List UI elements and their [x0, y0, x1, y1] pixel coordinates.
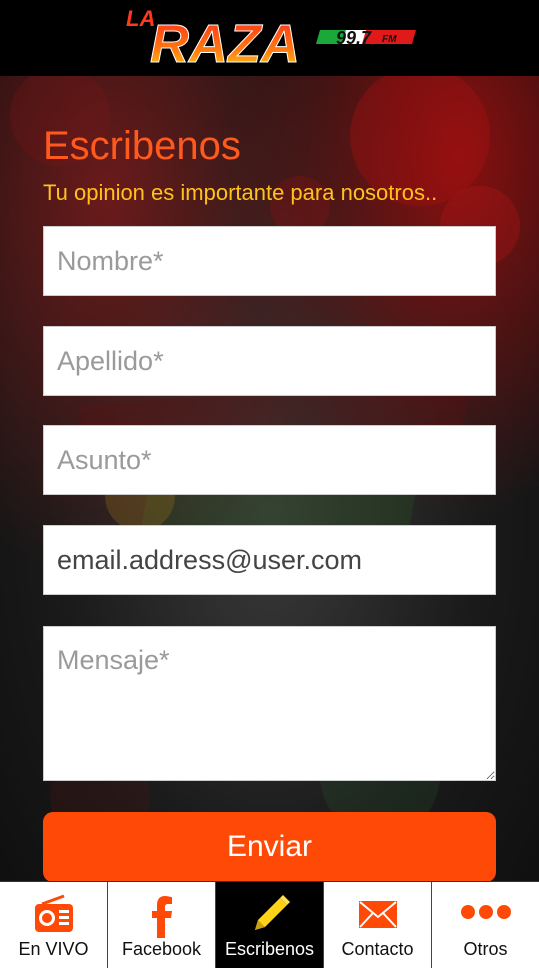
nombre-input[interactable]	[43, 226, 496, 296]
svg-text:FM: FM	[382, 34, 397, 45]
envelope-icon	[324, 892, 431, 938]
la-raza-logo: LA RAZA 99.7 FM	[120, 0, 420, 76]
page-title: Escribenos	[43, 124, 241, 168]
tab-label: Facebook	[121, 939, 202, 959]
contact-form-screen: Escribenos Tu opinion es importante para…	[0, 76, 539, 881]
svg-text:99.7: 99.7	[336, 28, 372, 48]
tab-en-vivo[interactable]: En VIVO	[0, 882, 107, 968]
page-subtitle: Tu opinion es importante para nosotros..	[43, 180, 438, 205]
tab-otros[interactable]: Otros	[431, 882, 539, 968]
app-header: LA RAZA 99.7 FM	[0, 0, 539, 76]
tab-label: En VIVO	[18, 939, 89, 959]
tab-label: Otros	[463, 939, 508, 959]
tab-label: Escribenos	[224, 939, 315, 959]
tab-facebook[interactable]: Facebook	[107, 882, 215, 968]
tab-label: Contacto	[341, 939, 414, 959]
apellido-input[interactable]	[43, 326, 496, 396]
bottom-tab-bar: En VIVO Facebook Escribenos Contacto Otr…	[0, 881, 539, 968]
mensaje-textarea[interactable]	[43, 626, 496, 781]
enviar-button[interactable]: Enviar	[43, 812, 496, 881]
email-input[interactable]	[43, 525, 496, 595]
radio-icon	[0, 892, 107, 938]
svg-text:RAZA: RAZA	[150, 14, 300, 74]
tab-contacto[interactable]: Contacto	[323, 882, 431, 968]
tab-escribenos[interactable]: Escribenos	[215, 882, 323, 968]
asunto-input[interactable]	[43, 425, 496, 495]
facebook-icon	[108, 892, 215, 938]
pencil-icon	[216, 892, 323, 938]
more-dots-icon	[432, 892, 539, 938]
